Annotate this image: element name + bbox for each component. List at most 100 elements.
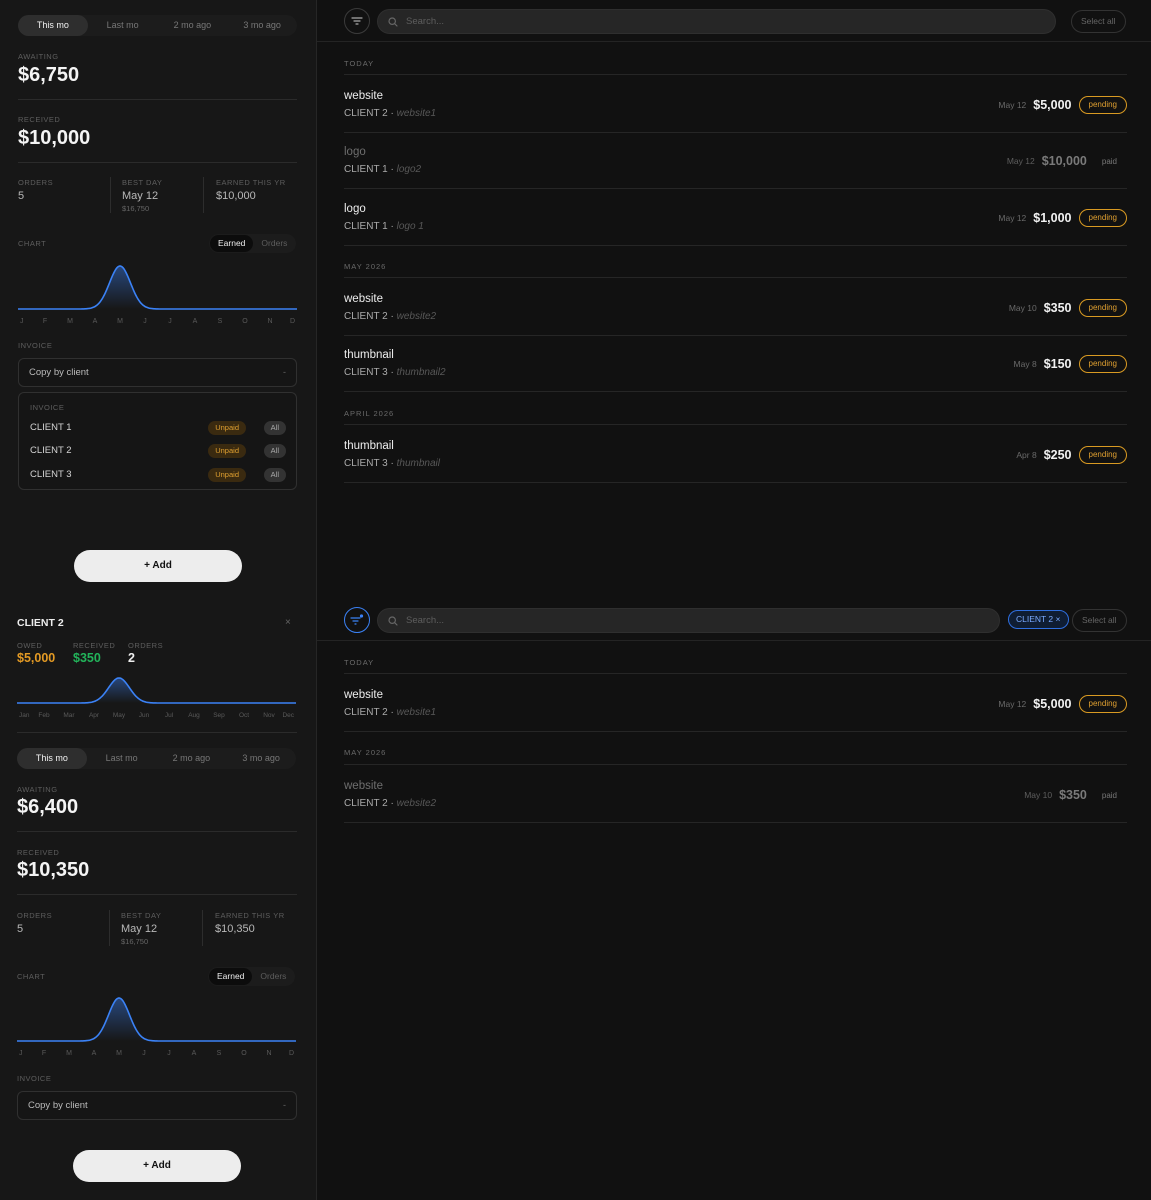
divider <box>344 673 1127 674</box>
client-filter-chip[interactable]: CLIENT 2 × <box>1008 610 1069 629</box>
orders-value: 2 <box>128 651 135 665</box>
invoice-row-client-3: CLIENT 3 Unpaid All <box>30 466 286 484</box>
x-tick-label: M <box>66 1050 72 1057</box>
x-tick-label: F <box>43 318 47 325</box>
copy-by-client-select[interactable]: Copy by client - <box>17 1091 297 1120</box>
x-tick-label: N <box>266 1050 271 1057</box>
select-all-button[interactable]: Select all <box>1071 10 1126 33</box>
status-badge[interactable]: paid <box>1094 791 1127 800</box>
received-total-label: RECEIVED <box>17 848 60 857</box>
transaction-row[interactable]: thumbnail CLIENT 3 · thumbnail2 May 8 $1… <box>344 341 1127 397</box>
transaction-meta: CLIENT 1 · logo2 <box>344 164 422 175</box>
divider <box>344 764 1127 765</box>
transaction-meta: CLIENT 1 · logo 1 <box>344 221 424 232</box>
transaction-row[interactable]: website CLIENT 2 · website2 May 10 $350 … <box>344 285 1127 341</box>
all-button[interactable]: All <box>263 468 286 482</box>
transaction-meta: CLIENT 2 · website1 <box>344 108 437 119</box>
tab-last-month[interactable]: Last mo <box>87 748 157 769</box>
transactions-panel: Search... CLIENT 2 × Select all TODAY we… <box>317 600 1151 1200</box>
transaction-row[interactable]: logo CLIENT 1 · logo 1 May 12 $1,000 pen… <box>344 195 1127 251</box>
period-tabs: This mo Last mo 2 mo ago 3 mo ago <box>18 15 297 36</box>
transaction-row[interactable]: website CLIENT 2 · website1 May 12 $5,00… <box>344 82 1127 138</box>
status-badge[interactable]: pending <box>1078 96 1127 114</box>
transaction-row[interactable]: logo CLIENT 1 · logo2 May 12 $10,000 pai… <box>344 138 1127 194</box>
section-title-may-2026: MAY 2026 <box>344 262 387 271</box>
close-icon[interactable]: × <box>285 617 291 628</box>
earned-chart: JFMAMJJASOND <box>18 265 297 325</box>
toggle-earned[interactable]: Earned <box>210 235 254 252</box>
status-badge[interactable]: pending <box>1078 209 1127 227</box>
x-tick-label: S <box>218 318 223 325</box>
add-button[interactable]: + Add <box>73 1150 241 1182</box>
orders-label: ORDERS <box>17 911 53 920</box>
copy-select-value: Copy by client <box>29 367 89 378</box>
tab-this-month[interactable]: This mo <box>18 15 88 36</box>
toggle-orders[interactable]: Orders <box>252 968 294 985</box>
status-badge[interactable]: pending <box>1078 355 1127 373</box>
x-tick-label: Oct <box>239 712 249 719</box>
client-detail-name: CLIENT 2 <box>17 617 64 629</box>
tab-3-months-ago[interactable]: 3 mo ago <box>227 15 297 36</box>
section-title-today: TODAY <box>344 59 375 68</box>
earned-year-label: EARNED THIS YR <box>216 178 286 187</box>
invoice-label: INVOICE <box>18 341 53 350</box>
transaction-title: thumbnail <box>344 440 394 452</box>
chart-metric-toggle: Earned Orders <box>209 234 297 253</box>
chart-area-fill <box>17 998 296 1041</box>
transaction-row[interactable]: thumbnail CLIENT 3 · thumbnail Apr 8 $25… <box>344 432 1127 488</box>
filter-button-active[interactable] <box>344 607 370 633</box>
transaction-date: May 12 <box>998 213 1027 223</box>
transaction-meta: CLIENT 3 · thumbnail <box>344 458 440 469</box>
tab-this-month[interactable]: This mo <box>17 748 87 769</box>
all-button[interactable]: All <box>263 421 286 435</box>
awaiting-label: AWAITING <box>18 52 59 61</box>
x-tick-label: Nov <box>263 712 275 719</box>
chevron-icon: - <box>283 1100 286 1110</box>
chart-series-line <box>18 265 297 310</box>
awaiting-value: $6,750 <box>18 64 80 86</box>
add-button[interactable]: + Add <box>74 550 242 582</box>
all-button[interactable]: All <box>263 444 286 458</box>
transaction-right: May 12 $5,000 pending <box>998 695 1127 713</box>
status-badge[interactable]: pending <box>1078 299 1127 317</box>
divider <box>344 132 1127 133</box>
chart-label: CHART <box>18 239 47 248</box>
search-input[interactable]: Search... <box>377 608 1000 633</box>
unpaid-button[interactable]: Unpaid <box>208 444 246 458</box>
transaction-amount: $350 <box>1059 788 1087 802</box>
transaction-row[interactable]: website CLIENT 2 · website1 May 12 $5,00… <box>344 681 1127 737</box>
screen-client-filter: CLIENT 2 × OWED $5,000 RECEIVED $350 ORD… <box>0 600 1151 1200</box>
x-tick-label: Dec <box>282 712 294 719</box>
tab-2-months-ago[interactable]: 2 mo ago <box>157 748 227 769</box>
transaction-right: May 12 $5,000 pending <box>998 96 1127 114</box>
copy-by-client-select[interactable]: Copy by client - <box>18 358 297 387</box>
unpaid-button[interactable]: Unpaid <box>208 468 246 482</box>
status-badge[interactable]: paid <box>1094 157 1127 166</box>
status-badge[interactable]: pending <box>1078 695 1127 713</box>
section-title-may-2026: MAY 2026 <box>344 748 387 757</box>
x-tick-label: J <box>168 318 172 325</box>
toggle-earned[interactable]: Earned <box>209 968 253 985</box>
divider <box>109 910 110 946</box>
filter-button[interactable] <box>344 8 370 34</box>
tab-last-month[interactable]: Last mo <box>88 15 158 36</box>
status-badge[interactable]: pending <box>1078 446 1127 464</box>
x-tick-label: Apr <box>89 712 100 719</box>
tab-3-months-ago[interactable]: 3 mo ago <box>226 748 296 769</box>
awaiting-label: AWAITING <box>17 785 58 794</box>
divider <box>344 482 1127 483</box>
transaction-title: logo <box>344 146 366 158</box>
unpaid-button[interactable]: Unpaid <box>208 421 246 435</box>
received-value: $10,000 <box>18 127 91 149</box>
earned-year-label: EARNED THIS YR <box>215 911 285 920</box>
x-tick-label: A <box>192 1050 197 1057</box>
search-input[interactable]: Search... <box>377 9 1056 34</box>
select-all-button[interactable]: Select all <box>1072 609 1127 632</box>
transaction-meta: CLIENT 3 · thumbnail2 <box>344 367 446 378</box>
orders-label: ORDERS <box>128 641 164 650</box>
transaction-row[interactable]: website CLIENT 2 · website2 May 10 $350 … <box>344 772 1127 828</box>
toggle-orders[interactable]: Orders <box>253 235 295 252</box>
tab-2-months-ago[interactable]: 2 mo ago <box>158 15 228 36</box>
client-name: CLIENT 1 <box>344 164 388 175</box>
filter-icon <box>350 614 364 625</box>
